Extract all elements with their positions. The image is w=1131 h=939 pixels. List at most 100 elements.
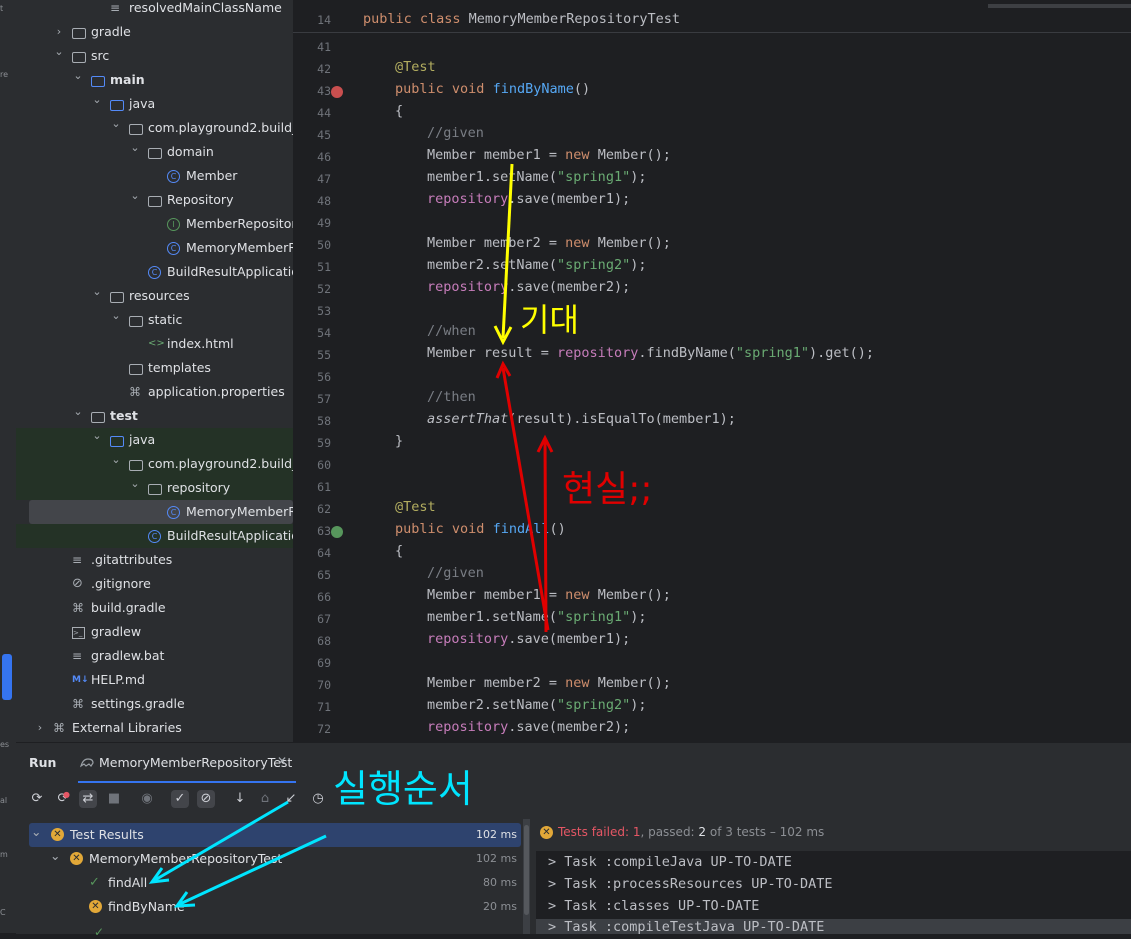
chevron-down-icon[interactable]: ⌄ xyxy=(91,280,103,304)
tree-item-resolvedmainclassname[interactable]: ≡ resolvedMainClassName xyxy=(16,0,293,20)
tree-item-settings-gradle[interactable]: ⌘ settings.gradle xyxy=(16,692,293,716)
show-ignored-icon[interactable]: ⊘ xyxy=(197,790,215,808)
tree-item-src[interactable]: ⌄ src xyxy=(16,44,293,68)
show-passed-icon[interactable]: ◉ xyxy=(138,790,156,808)
activity-fragment: t xyxy=(0,4,4,13)
results-scrollbar[interactable] xyxy=(524,825,529,915)
tree-item-external-libraries[interactable]: › ⌘ External Libraries xyxy=(16,716,293,740)
close-icon[interactable]: ✕ xyxy=(277,754,287,768)
activity-fragment: C xyxy=(0,908,6,917)
import-tests-icon[interactable]: ⌂ xyxy=(256,790,274,808)
chevron-down-icon[interactable]: ⌄ xyxy=(72,400,84,424)
test-passed-gutter-icon[interactable] xyxy=(331,526,343,538)
tree-item-java[interactable]: ⌄ java xyxy=(16,92,293,116)
tree-item-label: BuildResultApplicationTe xyxy=(167,528,293,543)
tree-item-repository[interactable]: ⌄ Repository xyxy=(16,188,293,212)
chevron-down-icon[interactable]: ⌄ xyxy=(129,136,141,160)
tree-item-buildresultapplication[interactable]: C BuildResultApplication xyxy=(16,260,293,284)
tree-item-java[interactable]: ⌄ java xyxy=(16,428,293,452)
chevron-down-icon[interactable]: ⌄ xyxy=(31,820,41,844)
terminal-file-icon: >_ xyxy=(72,627,85,639)
panel-splitter[interactable] xyxy=(523,819,530,934)
chevron-down-icon[interactable]: ⌄ xyxy=(91,88,103,112)
tree-item-label: com.playground2.build_resu xyxy=(148,120,293,135)
chevron-down-icon[interactable]: ⌄ xyxy=(110,304,122,328)
activity-fragment: m xyxy=(0,850,8,859)
tree-item-application-properties[interactable]: ⌘ application.properties xyxy=(16,380,293,404)
tree-item-gradlew[interactable]: >_ gradlew xyxy=(16,620,293,644)
test-result-test-results[interactable]: ⌄ ✕ Test Results 102 ms xyxy=(29,823,521,847)
tree-item-build-gradle[interactable]: ⌘ build.gradle xyxy=(16,596,293,620)
tree-item-buildresultapplicationte[interactable]: C BuildResultApplicationTe xyxy=(16,524,293,548)
tree-item-static[interactable]: ⌄ static xyxy=(16,308,293,332)
tree-item-repository[interactable]: ⌄ repository xyxy=(16,476,293,500)
chevron-down-icon[interactable]: ⌄ xyxy=(110,448,122,472)
rerun-icon[interactable]: ⟳ xyxy=(28,790,46,808)
chevron-down-icon[interactable]: ⌄ xyxy=(50,844,60,868)
class-icon: C xyxy=(167,242,180,255)
test-result-label: Test Results xyxy=(70,827,144,842)
package-icon xyxy=(129,460,143,471)
line-number: 56 xyxy=(317,370,331,384)
tree-item-com-playground2-build-resu[interactable]: ⌄com.playground2.build_resu xyxy=(16,452,293,476)
code-line: //then xyxy=(427,389,476,405)
tree-item-help-md[interactable]: M↓ HELP.md xyxy=(16,668,293,692)
test-failed-gutter-icon[interactable] xyxy=(331,86,343,98)
sort-alphabetically-icon[interactable]: ↓ xyxy=(231,790,249,808)
sticky-header-line[interactable]: 14 public class MemoryMemberRepositoryTe… xyxy=(293,8,1131,33)
show-passed-check-icon[interactable]: ✓ xyxy=(171,790,189,808)
project-tree[interactable]: ≡ resolvedMainClassName › gradle ⌄ src ⌄ main ⌄ j… xyxy=(16,0,293,742)
chevron-down-icon[interactable]: ⌄ xyxy=(110,112,122,136)
chevron-down-icon[interactable]: ⌄ xyxy=(72,64,84,88)
tree-item-resources[interactable]: ⌄ resources xyxy=(16,284,293,308)
active-tool-indicator[interactable] xyxy=(2,654,12,700)
test-result-memorymemberrepositorytest[interactable]: ⌄ ✕ MemoryMemberRepositoryTest 102 ms xyxy=(29,847,521,871)
tree-item-templates[interactable]: templates xyxy=(16,356,293,380)
code-line: //given xyxy=(427,125,484,141)
chevron-down-icon[interactable]: ⌄ xyxy=(91,424,103,448)
tree-item-memberrepository[interactable]: I MemberRepository xyxy=(16,212,293,236)
line-number: 53 xyxy=(317,304,331,318)
code-line: { xyxy=(395,103,404,119)
stop-icon[interactable]: ■ xyxy=(105,790,123,808)
chevron-down-icon[interactable]: ⌄ xyxy=(129,184,141,208)
console-line: > Task :compileJava UP-TO-DATE xyxy=(548,854,792,870)
tree-item-test[interactable]: ⌄ test xyxy=(16,404,293,428)
tree-item-index-html[interactable]: <> index.html xyxy=(16,332,293,356)
chevron-right-icon[interactable]: › xyxy=(34,716,46,740)
toggle-auto-test-icon[interactable]: ⇄ xyxy=(79,790,97,808)
tab-memory-member-repository-test[interactable]: MemoryMemberRepositoryTest ✕ xyxy=(78,743,296,783)
test-console[interactable]: ✕ Tests failed: 1, passed: 2 of 3 tests … xyxy=(536,819,1131,934)
chevron-down-icon[interactable]: ⌄ xyxy=(129,472,141,496)
tree-item-main[interactable]: ⌄ main xyxy=(16,68,293,92)
tree-item-com-playground2-build-resu[interactable]: ⌄com.playground2.build_resu xyxy=(16,116,293,140)
code-line: Member member1 = new Member(); xyxy=(427,587,671,603)
tree-item-label: static xyxy=(148,312,183,327)
run-tab-title[interactable]: Run xyxy=(29,755,56,770)
sort-by-order-icon[interactable]: ↙ xyxy=(282,790,300,808)
test-duration: 20 ms xyxy=(483,900,517,913)
line-number: 64 xyxy=(317,546,331,560)
folder-icon xyxy=(72,28,86,39)
sort-by-duration-icon[interactable]: ◷ xyxy=(309,790,327,808)
tree-item-gitignore[interactable]: ⊘ .gitignore xyxy=(16,572,293,596)
line-number: 52 xyxy=(317,282,331,296)
tree-item-domain[interactable]: ⌄ domain xyxy=(16,140,293,164)
rerun-failed-icon[interactable]: ⟳ ● xyxy=(54,790,72,808)
tree-item-memorymemberrep[interactable]: C MemoryMemberRep xyxy=(29,500,293,524)
test-result-findall[interactable]: ✓ findAll 80 ms xyxy=(29,871,521,895)
code-editor[interactable]: 14 public class MemoryMemberRepositoryTe… xyxy=(293,0,1131,742)
tree-item-label: repository xyxy=(167,480,231,495)
tree-item-gitattributes[interactable]: ≡ .gitattributes xyxy=(16,548,293,572)
code-line: @Test xyxy=(395,59,436,75)
test-result-findbyname[interactable]: ✕ findByName 20 ms xyxy=(29,895,521,919)
test-results-tree[interactable]: ⌄ ✕ Test Results 102 ms ⌄ ✕ MemoryMemberReposi… xyxy=(16,819,529,939)
code-line: //when xyxy=(427,323,476,339)
line-number: 59 xyxy=(317,436,331,450)
tree-item-member[interactable]: C Member xyxy=(16,164,293,188)
tree-item-gradlew-bat[interactable]: ≡ gradlew.bat xyxy=(16,644,293,668)
chevron-down-icon[interactable]: ⌄ xyxy=(53,40,65,64)
tree-item-memorymemberrep[interactable]: C MemoryMemberRep xyxy=(16,236,293,260)
line-number: 63 xyxy=(317,524,331,538)
line-number: 65 xyxy=(317,568,331,582)
